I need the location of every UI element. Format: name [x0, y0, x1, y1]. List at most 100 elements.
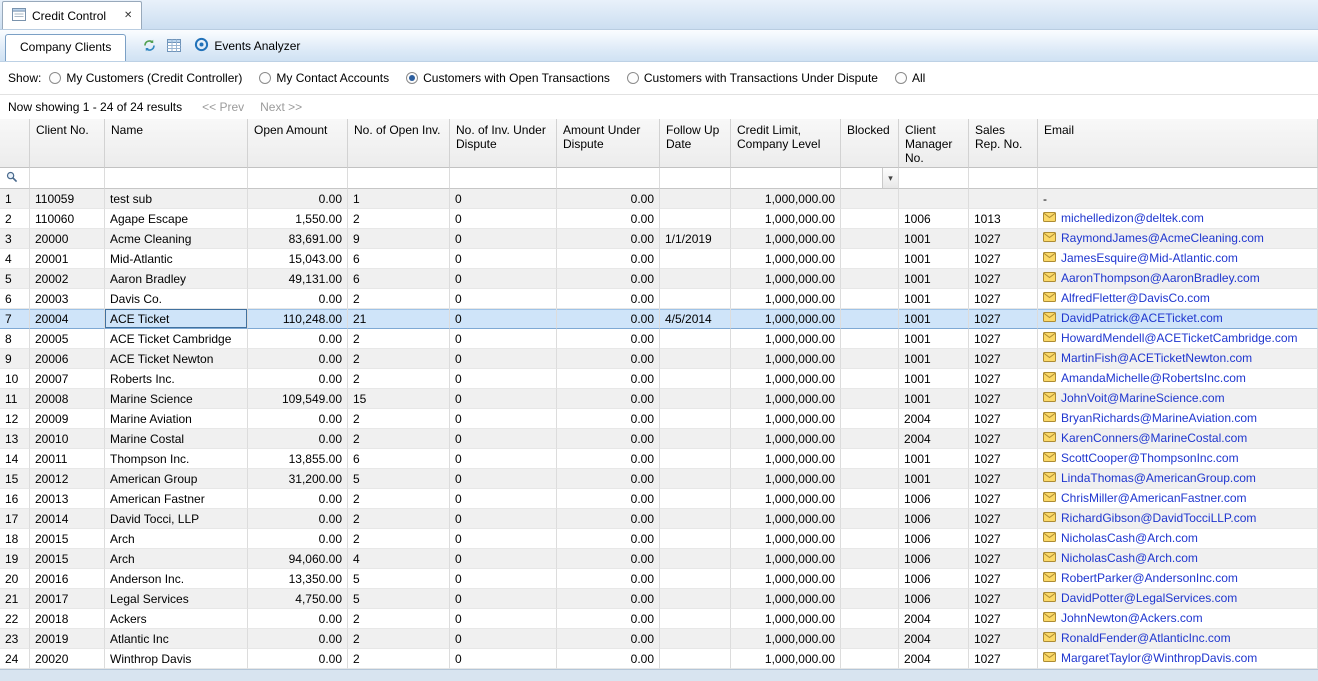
grid-view-button[interactable]	[163, 35, 185, 57]
filter-client-no[interactable]	[30, 168, 105, 189]
email-link[interactable]: RobertParker@AndersonInc.com	[1061, 571, 1238, 585]
cell-no-of-open-inv: 2	[348, 209, 450, 229]
email-link[interactable]: NicholasCash@Arch.com	[1061, 531, 1198, 545]
email-link[interactable]: BryanRichards@MarineAviation.com	[1061, 411, 1257, 425]
table-row[interactable]: 2020016Anderson Inc.13,350.00500.001,000…	[0, 569, 1318, 589]
email-link[interactable]: JamesEsquire@Mid-Atlantic.com	[1061, 251, 1238, 265]
radio-my-contact-accounts[interactable]: My Contact Accounts	[259, 71, 389, 85]
column-header-no-of-open-inv[interactable]: No. of Open Inv.	[348, 119, 450, 168]
email-link[interactable]: michelledizon@deltek.com	[1061, 211, 1204, 225]
table-row[interactable]: 1220009Marine Aviation0.00200.001,000,00…	[0, 409, 1318, 429]
cell-no-of-inv-under-dispute: 0	[450, 329, 557, 349]
table-row[interactable]: 2220018Ackers0.00200.001,000,000.0020041…	[0, 609, 1318, 629]
email-link[interactable]: DavidPatrick@ACETicket.com	[1061, 311, 1223, 325]
email-link[interactable]: LindaThomas@AmericanGroup.com	[1061, 471, 1256, 485]
search-filter-cell[interactable]	[0, 168, 30, 189]
email-link[interactable]: JohnVoit@MarineScience.com	[1061, 391, 1225, 405]
filter-name[interactable]	[105, 168, 248, 189]
email-link[interactable]: AmandaMichelle@RobertsInc.com	[1061, 371, 1246, 385]
refresh-button[interactable]	[138, 35, 160, 57]
filter-credit-limit-company-level[interactable]	[731, 168, 841, 189]
column-header-name[interactable]: Name	[105, 119, 248, 168]
email-link[interactable]: HowardMendell@ACETicketCambridge.com	[1061, 331, 1297, 345]
cell-amount-under-dispute: 0.00	[557, 249, 660, 269]
tab-credit-control[interactable]: Credit Control ✕	[2, 1, 142, 29]
email-link[interactable]: KarenConners@MarineCostal.com	[1061, 431, 1247, 445]
email-link[interactable]: ChrisMiller@AmericanFastner.com	[1061, 491, 1247, 505]
table-row[interactable]: 520002Aaron Bradley49,131.00600.001,000,…	[0, 269, 1318, 289]
email-link[interactable]: RonaldFender@AtlanticInc.com	[1061, 631, 1231, 645]
filter-email[interactable]	[1038, 168, 1318, 189]
next-link[interactable]: Next >>	[260, 100, 302, 114]
column-header-email[interactable]: Email	[1038, 119, 1318, 168]
email-link[interactable]: JohnNewton@Ackers.com	[1061, 611, 1203, 625]
table-row[interactable]: 420001Mid-Atlantic15,043.00600.001,000,0…	[0, 249, 1318, 269]
cell-amount-under-dispute: 0.00	[557, 269, 660, 289]
row-number: 20	[0, 569, 30, 589]
column-header-follow-up-date[interactable]: Follow Up Date	[660, 119, 731, 168]
filter-open-amount[interactable]	[248, 168, 348, 189]
search-icon[interactable]	[6, 171, 18, 186]
radio-my-customers-credit-controller[interactable]: My Customers (Credit Controller)	[49, 71, 242, 85]
column-header-credit-limit-company-level[interactable]: Credit Limit, Company Level	[731, 119, 841, 168]
email-link[interactable]: RichardGibson@DavidTocciLLP.com	[1061, 511, 1256, 525]
cell-name: Ackers	[105, 609, 248, 629]
radio-all[interactable]: All	[895, 71, 925, 85]
filter-amount-under-dispute[interactable]	[557, 168, 660, 189]
radio-icon[interactable]	[49, 72, 61, 84]
filter-follow-up-date[interactable]	[660, 168, 731, 189]
table-row[interactable]: 1020007Roberts Inc.0.00200.001,000,000.0…	[0, 369, 1318, 389]
table-row[interactable]: 1320010Marine Costal0.00200.001,000,000.…	[0, 429, 1318, 449]
column-header-amount-under-dispute[interactable]: Amount Under Dispute	[557, 119, 660, 168]
tab-company-clients[interactable]: Company Clients	[5, 34, 126, 61]
filter-no-of-inv-under-dispute[interactable]	[450, 168, 557, 189]
radio-icon[interactable]	[259, 72, 271, 84]
email-link[interactable]: DavidPotter@LegalServices.com	[1061, 591, 1237, 605]
table-row[interactable]: 1720014David Tocci, LLP0.00200.001,000,0…	[0, 509, 1318, 529]
table-row[interactable]: 1820015Arch0.00200.001,000,000.001006102…	[0, 529, 1318, 549]
column-header-no-of-inv-under-dispute[interactable]: No. of Inv. Under Dispute	[450, 119, 557, 168]
table-row[interactable]: 320000Acme Cleaning83,691.00900.001/1/20…	[0, 229, 1318, 249]
table-row[interactable]: 1920015Arch94,060.00400.001,000,000.0010…	[0, 549, 1318, 569]
email-link[interactable]: ScottCooper@ThompsonInc.com	[1061, 451, 1239, 465]
column-header-sales-rep-no[interactable]: Sales Rep. No.	[969, 119, 1038, 168]
table-row[interactable]: 820005ACE Ticket Cambridge0.00200.001,00…	[0, 329, 1318, 349]
email-link[interactable]: RaymondJames@AcmeCleaning.com	[1061, 231, 1264, 245]
table-row[interactable]: 2420020Winthrop Davis0.00200.001,000,000…	[0, 649, 1318, 669]
filter-blocked[interactable]: ▾	[841, 168, 899, 189]
cell-blocked	[841, 289, 899, 309]
email-link[interactable]: MartinFish@ACETicketNewton.com	[1061, 351, 1252, 365]
table-row[interactable]: 1620013American Fastner0.00200.001,000,0…	[0, 489, 1318, 509]
email-link[interactable]: AaronThompson@AaronBradley.com	[1061, 271, 1260, 285]
table-row[interactable]: 2120017Legal Services4,750.00500.001,000…	[0, 589, 1318, 609]
filter-sales-rep-no[interactable]	[969, 168, 1038, 189]
column-header-blocked[interactable]: Blocked	[841, 119, 899, 168]
email-link[interactable]: MargaretTaylor@WinthropDavis.com	[1061, 651, 1257, 665]
radio-customers-with-open-transactions[interactable]: Customers with Open Transactions	[406, 71, 610, 85]
table-row[interactable]: 1420011Thompson Inc.13,855.00600.001,000…	[0, 449, 1318, 469]
close-tab-icon[interactable]: ✕	[124, 10, 132, 21]
email-link[interactable]: AlfredFletter@DavisCo.com	[1061, 291, 1210, 305]
radio-icon[interactable]	[627, 72, 639, 84]
table-row[interactable]: 2110060Agape Escape1,550.00200.001,000,0…	[0, 209, 1318, 229]
events-analyzer-button[interactable]: Events Analyzer	[194, 37, 300, 55]
table-row[interactable]: 620003Davis Co.0.00200.001,000,000.00100…	[0, 289, 1318, 309]
prev-link[interactable]: << Prev	[202, 100, 244, 114]
column-header-client-no[interactable]: Client No.	[30, 119, 105, 168]
cell-name: Mid-Atlantic	[105, 249, 248, 269]
table-row[interactable]: 720004ACE Ticket110,248.002100.004/5/201…	[0, 309, 1318, 329]
radio-selected-icon[interactable]	[406, 72, 418, 84]
table-row[interactable]: 2320019Atlantic Inc0.00200.001,000,000.0…	[0, 629, 1318, 649]
table-row[interactable]: 920006ACE Ticket Newton0.00200.001,000,0…	[0, 349, 1318, 369]
radio-customers-with-transactions-under-dispute[interactable]: Customers with Transactions Under Disput…	[627, 71, 878, 85]
table-row[interactable]: 1120008Marine Science109,549.001500.001,…	[0, 389, 1318, 409]
column-header-client-manager-no[interactable]: Client Manager No.	[899, 119, 969, 168]
radio-icon[interactable]	[895, 72, 907, 84]
email-link[interactable]: NicholasCash@Arch.com	[1061, 551, 1198, 565]
column-header-open-amount[interactable]: Open Amount	[248, 119, 348, 168]
filter-client-manager-no[interactable]	[899, 168, 969, 189]
table-row[interactable]: 1110059test sub0.00100.001,000,000.00-	[0, 189, 1318, 209]
table-row[interactable]: 1520012American Group31,200.00500.001,00…	[0, 469, 1318, 489]
filter-no-of-open-inv[interactable]	[348, 168, 450, 189]
blocked-filter-dropdown-icon[interactable]: ▾	[882, 168, 898, 188]
